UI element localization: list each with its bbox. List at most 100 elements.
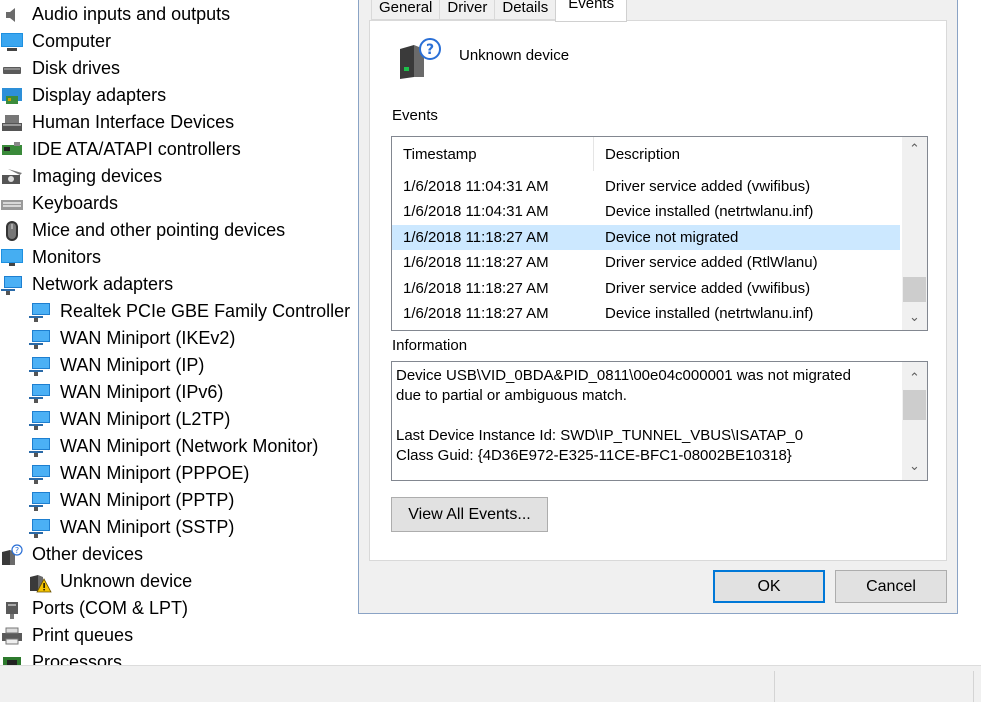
- tree-item[interactable]: Audio inputs and outputs: [0, 1, 230, 28]
- tree-item[interactable]: Human Interface Devices: [0, 109, 234, 136]
- network-adapter-icon: [28, 328, 52, 350]
- status-bar-divider: [774, 671, 775, 702]
- event-row[interactable]: 1/6/2018 11:04:31 AM Driver service added…: [392, 174, 900, 199]
- tree-item[interactable]: Keyboards: [0, 190, 118, 217]
- tree-item-label: IDE ATA/ATAPI controllers: [32, 139, 241, 159]
- speaker-icon: [0, 4, 24, 26]
- device-name: Unknown device: [459, 47, 570, 64]
- tree-item-label: WAN Miniport (Network Monitor): [60, 436, 319, 456]
- information-textbox[interactable]: Device USB\VID_0BDA&PID_0811\00e04c00000…: [391, 361, 928, 481]
- tree-item[interactable]: IDE ATA/ATAPI controllers: [0, 136, 241, 163]
- tree-item-label: Disk drives: [32, 58, 121, 78]
- device-tree[interactable]: Audio inputs and outputs Computer Disk dri…: [0, 0, 356, 665]
- tree-item[interactable]: Monitors: [0, 244, 101, 271]
- computer-icon: [0, 31, 24, 53]
- event-row[interactable]: 1/6/2018 11:18:27 AM Driver service added…: [392, 250, 900, 275]
- disk-drive-icon: [0, 58, 24, 80]
- network-adapter-icon: [28, 463, 52, 485]
- event-row[interactable]: 1/6/2018 11:18:27 AM Device installed (ne…: [392, 301, 900, 326]
- information-label: Information: [392, 337, 468, 354]
- tree-item[interactable]: WAN Miniport (Network Monitor): [28, 433, 318, 460]
- network-adapter-icon: [28, 436, 52, 458]
- tree-item-label: Monitors: [32, 247, 102, 267]
- tree-item[interactable]: WAN Miniport (IP): [28, 352, 204, 379]
- information-text: Device USB\VID_0BDA&PID_0811\00e04c00000…: [396, 366, 896, 466]
- tree-item-label: WAN Miniport (PPPOE): [60, 463, 250, 483]
- tree-item-label: Unknown device: [60, 571, 193, 591]
- scroll-up-arrow-icon[interactable]: ⌃: [902, 367, 927, 389]
- network-adapter-icon: [28, 409, 52, 431]
- tree-item[interactable]: WAN Miniport (SSTP): [28, 514, 234, 541]
- events-label: Events: [392, 107, 438, 124]
- column-header-timestamp[interactable]: Timestamp: [392, 137, 594, 171]
- event-timestamp: 1/6/2018 11:18:27 AM: [403, 254, 549, 272]
- event-timestamp: 1/6/2018 11:18:27 AM: [403, 279, 549, 297]
- tree-item[interactable]: Network adapters: [0, 271, 173, 298]
- event-timestamp: 1/6/2018 11:04:31 AM: [403, 178, 549, 195]
- tree-item[interactable]: ? Other devices: [0, 541, 143, 568]
- tree-item-label: WAN Miniport (SSTP): [60, 517, 235, 537]
- column-header-description[interactable]: Description: [594, 137, 680, 171]
- unknown-device-icon: ?: [0, 543, 24, 566]
- tab-events[interactable]: Events: [555, 0, 628, 22]
- tree-item-label: Display adapters: [32, 85, 167, 105]
- events-list-header: Timestamp Description: [392, 137, 900, 171]
- tree-item[interactable]: Computer: [0, 28, 111, 55]
- tree-item[interactable]: Disk drives: [0, 55, 120, 82]
- tab-general[interactable]: General: [371, 0, 441, 20]
- tree-item[interactable]: WAN Miniport (L2TP): [28, 406, 230, 433]
- tree-item[interactable]: Display adapters: [0, 82, 166, 109]
- view-all-events-button[interactable]: View All Events...: [391, 497, 548, 532]
- information-line: [396, 406, 896, 426]
- tree-item-label: Other devices: [32, 544, 144, 564]
- event-row[interactable]: 1/6/2018 11:04:31 AM Device installed (ne…: [392, 199, 900, 224]
- hid-icon: [0, 112, 24, 134]
- tree-item-label: Realtek PCIe GBE Family Controller: [60, 301, 351, 321]
- event-description: Driver service added (vwifibus): [605, 178, 811, 195]
- processor-icon: [0, 652, 24, 665]
- tree-item[interactable]: Imaging devices: [0, 163, 162, 190]
- information-scrollbar[interactable]: ⌃ ⌄: [902, 362, 927, 480]
- tree-item[interactable]: Print queues: [0, 622, 133, 649]
- event-row[interactable]: 1/6/2018 11:18:27 AM Device not migrated: [392, 224, 900, 250]
- tree-item[interactable]: Unknown device: [28, 568, 192, 595]
- scroll-up-arrow-icon[interactable]: ⌃: [902, 138, 927, 160]
- information-line: Last Device Instance Id: SWD\IP_TUNNEL_V…: [396, 427, 804, 444]
- event-description: Device installed (netrtwlanu.inf): [605, 305, 814, 322]
- tree-item-label: Print queues: [32, 625, 134, 645]
- tree-item[interactable]: WAN Miniport (PPPOE): [28, 460, 249, 487]
- scroll-down-arrow-icon[interactable]: ⌄: [902, 306, 927, 328]
- tree-item[interactable]: Processors: [0, 649, 122, 665]
- network-adapter-icon: [28, 490, 52, 512]
- information-line: due to partial or ambiguous match.: [396, 387, 627, 404]
- scroll-thumb[interactable]: [903, 277, 926, 302]
- display-adapter-icon: [0, 85, 24, 107]
- tree-item[interactable]: WAN Miniport (IPv6): [28, 379, 223, 406]
- events-list[interactable]: Timestamp Description 1/6/2018 11:04:31 …: [391, 136, 928, 331]
- tree-item[interactable]: Realtek PCIe GBE Family Controller: [28, 298, 350, 325]
- monitor-icon: [0, 247, 24, 269]
- camera-icon: [0, 166, 24, 188]
- tree-item[interactable]: WAN Miniport (IKEv2): [28, 325, 235, 352]
- event-description: Device not migrated: [605, 228, 739, 246]
- tab-details[interactable]: Details: [494, 0, 557, 20]
- cancel-button[interactable]: Cancel: [835, 570, 947, 603]
- ok-button[interactable]: OK: [713, 570, 825, 603]
- events-scrollbar[interactable]: ⌃ ⌄: [902, 137, 927, 330]
- tree-item-label: Keyboards: [32, 193, 119, 213]
- tree-item-label: Processors: [32, 652, 123, 665]
- tab-driver[interactable]: Driver: [439, 0, 496, 20]
- printer-icon: [0, 625, 24, 647]
- tree-item[interactable]: Mice and other pointing devices: [0, 217, 285, 244]
- tree-item[interactable]: Ports (COM & LPT): [0, 595, 188, 622]
- event-description: Device installed (netrtwlanu.inf): [605, 203, 814, 221]
- svg-text:?: ?: [15, 546, 19, 555]
- tree-item[interactable]: WAN Miniport (PPTP): [28, 487, 234, 514]
- tree-item-label: WAN Miniport (PPTP): [60, 490, 235, 510]
- mouse-icon: [0, 220, 24, 242]
- scroll-thumb[interactable]: [903, 390, 926, 420]
- scroll-down-arrow-icon[interactable]: ⌄: [902, 455, 927, 477]
- event-row[interactable]: 1/6/2018 11:18:27 AM Driver service added…: [392, 276, 900, 301]
- information-line: Device USB\VID_0BDA&PID_0811\00e04c00000…: [396, 367, 851, 384]
- tree-item-label: Computer: [32, 31, 112, 51]
